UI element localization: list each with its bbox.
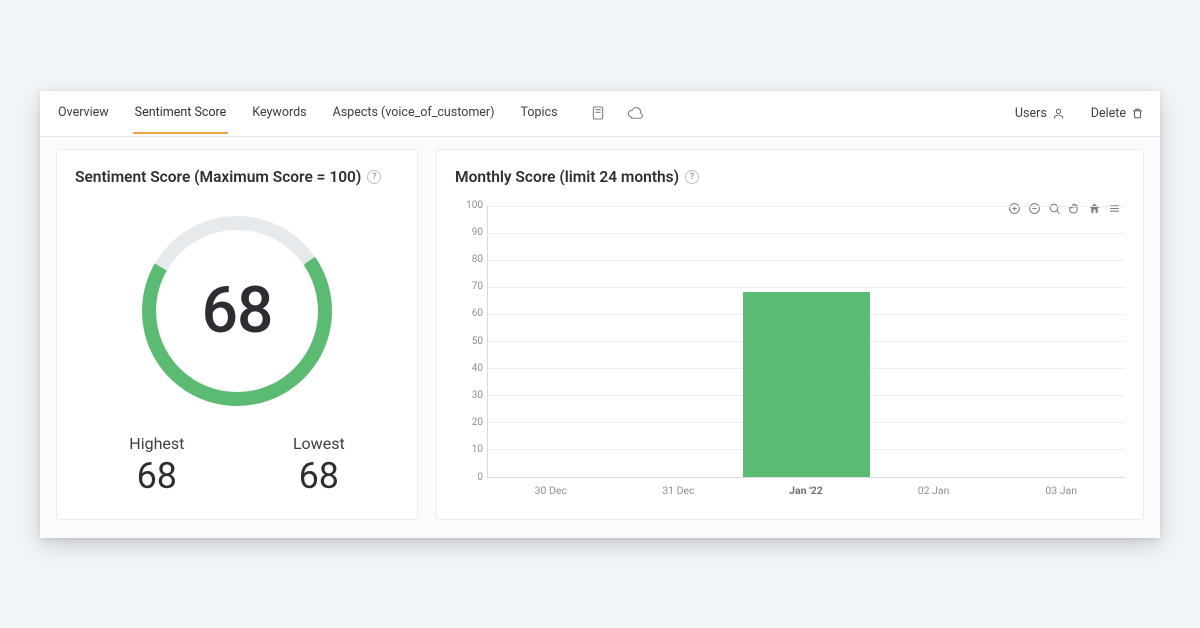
sentiment-score-title-text: Sentiment Score (Maximum Score = 100) [75, 168, 361, 186]
x-tick-label: 30 Dec [487, 484, 615, 497]
card-view-icon[interactable] [590, 105, 606, 121]
dashboard-panel: Overview Sentiment Score Keywords Aspect… [40, 91, 1160, 538]
lowest-block: Lowest 68 [293, 434, 345, 497]
y-tick-label: 80 [472, 255, 483, 265]
y-tick-label: 30 [472, 391, 483, 401]
tab-icon-group [590, 105, 644, 121]
tab-topics[interactable]: Topics [519, 93, 560, 133]
gridline [488, 233, 1125, 234]
x-tick-label: 02 Jan [870, 484, 998, 497]
x-tick-label: Jan '22 [742, 484, 870, 497]
sentiment-score-card: Sentiment Score (Maximum Score = 100) ? … [56, 149, 418, 520]
highest-label: Highest [129, 434, 184, 453]
gauge-value: 68 [202, 273, 273, 348]
bar[interactable] [743, 292, 870, 476]
delete-label: Delete [1091, 106, 1126, 121]
highest-block: Highest 68 [129, 434, 184, 497]
x-axis: 30 Dec31 DecJan '2202 Jan03 Jan [487, 484, 1125, 497]
x-tick-label: 03 Jan [997, 484, 1125, 497]
chart-plot[interactable] [487, 206, 1125, 478]
chart-area: 0102030405060708090100 [455, 206, 1125, 478]
monthly-score-title-text: Monthly Score (limit 24 months) [455, 168, 679, 186]
x-tick-label: 31 Dec [615, 484, 743, 497]
tab-sentiment-score[interactable]: Sentiment Score [133, 93, 229, 133]
lowest-value: 68 [293, 455, 345, 497]
trash-icon [1131, 107, 1144, 120]
tab-overview[interactable]: Overview [56, 93, 111, 133]
y-tick-label: 40 [472, 364, 483, 374]
y-tick-label: 50 [472, 337, 483, 347]
highest-value: 68 [129, 455, 184, 497]
y-tick-label: 0 [477, 473, 483, 483]
lowest-label: Lowest [293, 434, 345, 453]
user-icon [1052, 107, 1065, 120]
gridline [488, 206, 1125, 207]
tab-aspects[interactable]: Aspects (voice_of_customer) [331, 93, 497, 133]
tab-bar: Overview Sentiment Score Keywords Aspect… [40, 91, 1160, 137]
monthly-score-title: Monthly Score (limit 24 months) ? [455, 168, 1125, 186]
delete-button[interactable]: Delete [1091, 106, 1144, 121]
users-button[interactable]: Users [1015, 106, 1065, 121]
header-right-actions: Users Delete [1015, 106, 1144, 121]
y-tick-label: 10 [472, 445, 483, 455]
help-icon[interactable]: ? [685, 170, 699, 184]
y-axis: 0102030405060708090100 [455, 206, 487, 478]
y-tick-label: 60 [472, 309, 483, 319]
y-tick-label: 20 [472, 418, 483, 428]
users-label: Users [1015, 106, 1047, 121]
help-icon[interactable]: ? [367, 170, 381, 184]
y-tick-label: 70 [472, 282, 483, 292]
high-low-row: Highest 68 Lowest 68 [75, 434, 399, 497]
cloud-icon[interactable] [626, 105, 644, 121]
y-tick-label: 100 [466, 201, 483, 211]
gridline [488, 287, 1125, 288]
monthly-score-card: Monthly Score (limit 24 months) ? [436, 149, 1144, 520]
tab-keywords[interactable]: Keywords [250, 93, 308, 133]
gridline [488, 260, 1125, 261]
sentiment-gauge: 68 [142, 216, 332, 406]
gauge-wrap: 68 [75, 216, 399, 406]
y-tick-label: 90 [472, 228, 483, 238]
sentiment-score-title: Sentiment Score (Maximum Score = 100) ? [75, 168, 399, 186]
content-area: Sentiment Score (Maximum Score = 100) ? … [40, 137, 1160, 538]
